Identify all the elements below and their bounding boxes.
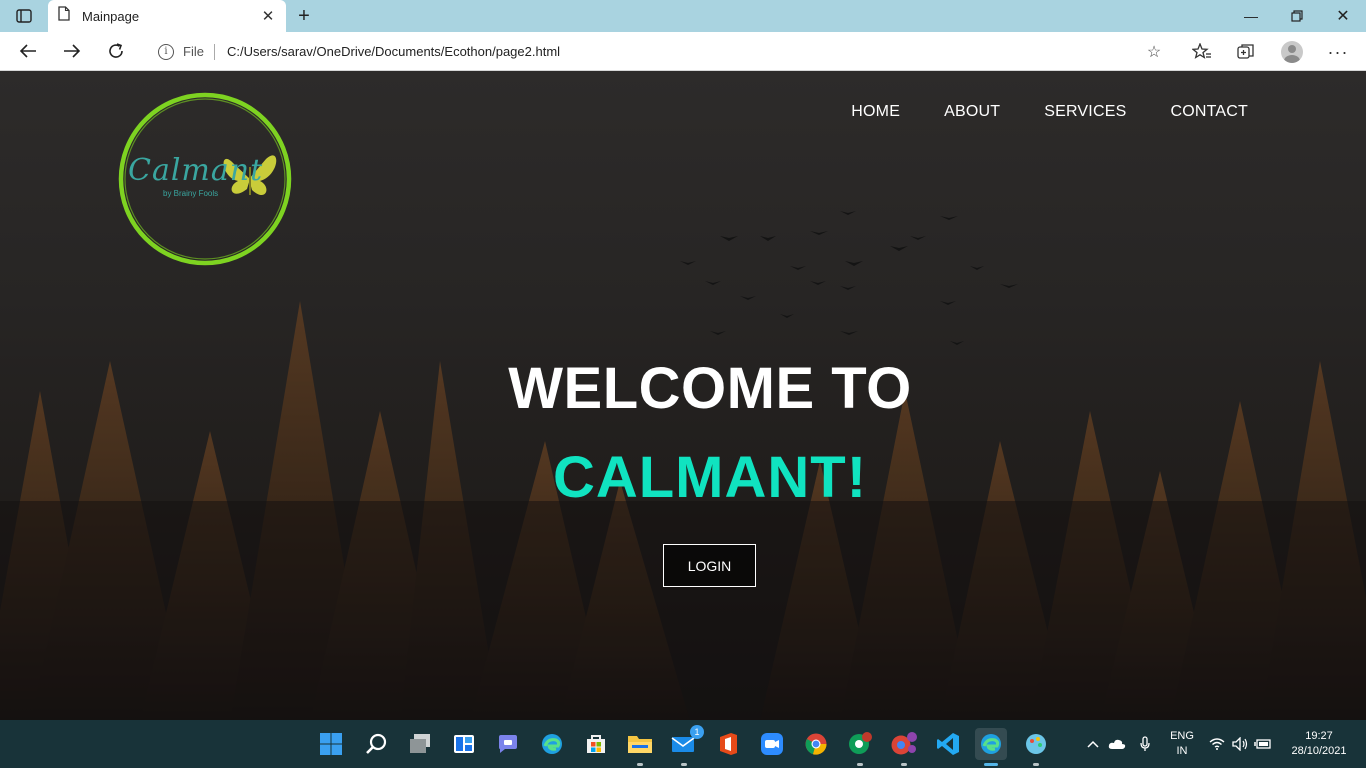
teams-chat-icon[interactable] — [492, 728, 524, 760]
main-navigation: HOME ABOUT SERVICES CONTACT — [851, 103, 1248, 121]
new-tab-icon[interactable]: + — [292, 5, 316, 27]
nav-link-about[interactable]: ABOUT — [944, 103, 1000, 121]
more-options-icon[interactable]: ··· — [1325, 39, 1351, 65]
page-icon — [58, 6, 70, 26]
chrome-profile-2-icon[interactable] — [888, 728, 920, 766]
language-code: ENG — [1170, 730, 1194, 742]
widgets-icon[interactable] — [448, 728, 480, 760]
address-divider — [213, 43, 215, 60]
onedrive-cloud-icon[interactable] — [1102, 738, 1132, 750]
microsoft-store-icon[interactable] — [580, 728, 612, 760]
nav-link-contact[interactable]: CONTACT — [1170, 103, 1248, 121]
page-viewport: Calmant by Brainy Fools HOME ABOUT SERVI… — [0, 71, 1366, 720]
restore-icon[interactable] — [1274, 0, 1320, 32]
clock-time: 19:27 — [1305, 730, 1333, 742]
clock[interactable]: 19:27 28/10/2021 — [1284, 729, 1354, 759]
close-window-icon[interactable]: ✕ — [1320, 0, 1366, 32]
windows-start-icon[interactable] — [315, 728, 347, 760]
logo-wordmark: Calmant — [128, 153, 264, 188]
vscode-icon[interactable] — [932, 728, 964, 760]
add-favorite-icon[interactable]: ☆ — [1142, 40, 1166, 64]
login-button[interactable]: LOGIN — [663, 544, 756, 587]
wifi-icon[interactable] — [1206, 738, 1228, 750]
volume-icon[interactable] — [1228, 737, 1252, 751]
edge-active-icon[interactable] — [975, 728, 1007, 766]
birds-flock-image — [680, 211, 1018, 345]
nav-link-home[interactable]: HOME — [851, 103, 900, 121]
site-info-icon[interactable]: i — [158, 43, 174, 60]
clock-date: 28/10/2021 — [1291, 745, 1347, 757]
refresh-icon[interactable] — [102, 38, 130, 64]
running-indicator — [637, 763, 643, 766]
edge-icon[interactable] — [536, 728, 568, 760]
profile-avatar[interactable] — [1279, 39, 1305, 65]
hero-heading: WELCOME TO — [508, 356, 912, 421]
minimize-icon[interactable]: — — [1228, 0, 1274, 32]
address-url[interactable]: C:/Users/sarav/OneDrive/Documents/Ecotho… — [227, 44, 1142, 59]
favorites-icon[interactable] — [1189, 39, 1215, 65]
running-indicator — [901, 763, 907, 766]
browser-tab-strip: Mainpage ✕ + — ✕ — [0, 0, 1366, 32]
nav-link-services[interactable]: SERVICES — [1044, 103, 1126, 121]
mail-icon[interactable]: 1 — [668, 725, 704, 766]
office-icon[interactable] — [712, 728, 744, 760]
address-scheme: File — [183, 44, 204, 59]
input-language[interactable]: ENG IN — [1158, 729, 1206, 759]
taskbar: 1 ENG IN 19:27 28/10/2021 — [0, 720, 1366, 768]
file-explorer-icon[interactable] — [624, 728, 656, 766]
active-indicator — [984, 763, 998, 766]
chrome-profile-icon[interactable] — [844, 728, 876, 766]
chrome-icon[interactable] — [800, 728, 832, 760]
chevron-up-icon[interactable] — [1084, 740, 1102, 748]
forward-icon[interactable] — [58, 38, 86, 64]
browser-tab[interactable]: Mainpage ✕ — [48, 0, 286, 32]
mail-badge: 1 — [690, 725, 704, 739]
running-indicator — [857, 763, 863, 766]
system-tray: ENG IN 19:27 28/10/2021 — [1084, 720, 1354, 768]
tab-title: Mainpage — [82, 8, 140, 24]
battery-icon[interactable] — [1252, 738, 1274, 750]
microphone-icon[interactable] — [1132, 736, 1158, 752]
running-indicator — [681, 763, 687, 766]
paint-icon[interactable] — [1020, 728, 1052, 766]
browser-toolbar: i File C:/Users/sarav/OneDrive/Documents… — [0, 32, 1366, 71]
logo-tagline: by Brainy Fools — [163, 189, 219, 198]
hero-brand-heading: CALMANT! — [552, 445, 868, 510]
running-indicator — [1033, 763, 1039, 766]
address-bar[interactable]: i File C:/Users/sarav/OneDrive/Documents… — [144, 36, 1176, 67]
task-view-icon[interactable] — [404, 728, 436, 760]
back-icon[interactable] — [14, 38, 42, 64]
language-region: IN — [1176, 745, 1188, 757]
search-icon[interactable] — [360, 728, 392, 760]
collections-icon[interactable] — [1233, 39, 1259, 65]
tab-close-icon[interactable]: ✕ — [260, 8, 276, 25]
tab-actions-icon[interactable] — [12, 6, 36, 26]
zoom-icon[interactable] — [756, 728, 788, 760]
